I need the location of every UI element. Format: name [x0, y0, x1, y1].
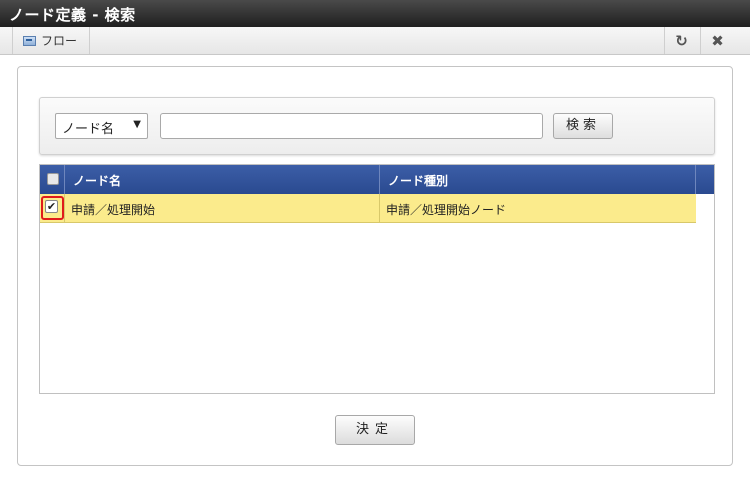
row-checkbox[interactable]: ✔: [45, 200, 58, 213]
dropdown-arrow-icon: ▼: [133, 119, 141, 130]
column-header-node-name[interactable]: ノード名: [65, 165, 380, 194]
search-button[interactable]: 検索: [553, 113, 613, 139]
flow-button[interactable]: フロー: [12, 27, 91, 54]
result-grid: ノード名 ノード種別 ✔ 申請／処理開始 申請／処理開始ノード: [39, 164, 715, 394]
cell-node-name: 申請／処理開始: [65, 194, 380, 223]
flow-label: フロー: [41, 34, 78, 48]
flow-icon: [23, 35, 36, 46]
column-header-node-type[interactable]: ノード種別: [380, 165, 696, 194]
select-all-checkbox[interactable]: [47, 173, 59, 185]
decide-button[interactable]: 決定: [335, 415, 415, 445]
close-button[interactable]: ✖: [700, 27, 734, 54]
search-field-value: ノード名: [62, 122, 115, 137]
close-icon: ✖: [711, 31, 724, 50]
grid-header: ノード名 ノード種別: [40, 165, 714, 194]
main-panel: ノード名 ▼ 検索 ノード名 ノード種別 ✔ 申請／処理開始 申請／処理開始ノー…: [17, 66, 733, 466]
row-checkbox-cell: ✔: [40, 194, 65, 223]
search-input[interactable]: [160, 113, 543, 139]
cell-node-type: 申請／処理開始ノード: [386, 203, 507, 217]
table-row[interactable]: ✔ 申請／処理開始 申請／処理開始ノード: [40, 194, 696, 223]
search-box: ノード名 ▼ 検索: [39, 97, 715, 155]
refresh-icon: ↻: [675, 31, 688, 50]
refresh-button[interactable]: ↻: [664, 27, 698, 54]
select-all-checkbox-cell: [40, 165, 65, 194]
window-title: ノード定義 - 検索: [0, 0, 750, 27]
toolbar: フロー ↻ ✖: [0, 27, 750, 55]
search-field-select[interactable]: ノード名 ▼: [55, 113, 148, 139]
